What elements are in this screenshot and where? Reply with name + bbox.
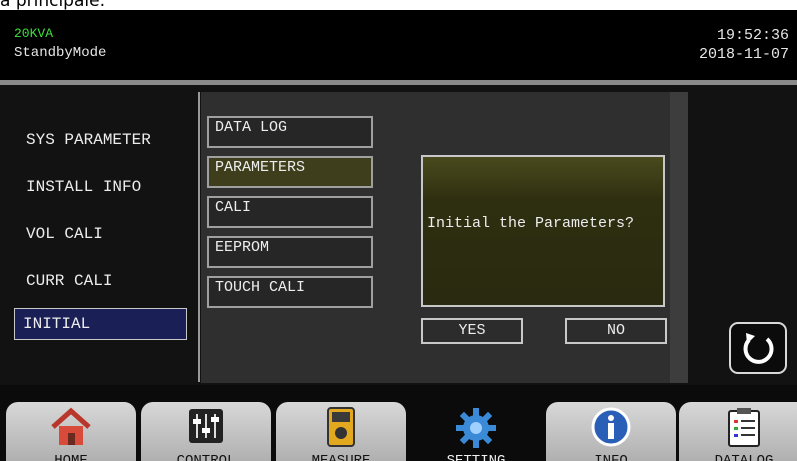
- yes-button[interactable]: YES: [421, 318, 523, 344]
- menu-item-initial[interactable]: INITIAL: [14, 308, 187, 340]
- menu-item-vol-cali[interactable]: VOL CALI: [26, 225, 103, 243]
- menu-item-curr-cali[interactable]: CURR CALI: [26, 272, 112, 290]
- meter-icon: [327, 407, 355, 447]
- tab-home[interactable]: HOME: [6, 402, 136, 461]
- menu-divider: [198, 92, 200, 382]
- menu-item-install-info[interactable]: INSTALL INFO: [26, 178, 141, 196]
- panel-edge: [670, 92, 688, 383]
- refresh-icon: [743, 333, 774, 364]
- menu-item-sys-parameter[interactable]: SYS PARAMETER: [26, 131, 151, 149]
- sub-item-cali[interactable]: CALI: [207, 196, 373, 228]
- clock: 19:52:36 2018-11-07: [699, 26, 789, 64]
- tab-measure[interactable]: MEASURE: [276, 402, 406, 461]
- tab-datalog[interactable]: DATALOG: [679, 402, 797, 461]
- date-label: 2018-11-07: [698, 46, 789, 63]
- status-header: 20KVA StandbyMode 19:52:36 2018-11-07: [0, 10, 797, 80]
- sliders-icon: [189, 409, 223, 443]
- tab-datalog-label: DATALOG: [714, 453, 774, 461]
- dialog-message: Initial the Parameters?: [427, 215, 635, 232]
- confirm-dialog: Initial the Parameters?: [421, 155, 665, 307]
- tab-home-label: HOME: [54, 453, 88, 461]
- tab-info[interactable]: INFO: [546, 402, 676, 461]
- sub-item-eeprom[interactable]: EEPROM: [207, 236, 373, 268]
- tab-control-label: CONTROL: [176, 453, 236, 461]
- back-button[interactable]: [729, 322, 787, 374]
- home-icon: [51, 407, 91, 445]
- hmi-screen: 20KVA StandbyMode 19:52:36 2018-11-07 SY…: [0, 10, 797, 461]
- sub-item-data-log[interactable]: DATA LOG: [207, 116, 373, 148]
- tab-setting[interactable]: SETTING: [411, 402, 541, 461]
- info-icon: [591, 407, 631, 447]
- tab-measure-label: MEASURE: [311, 453, 371, 461]
- sub-item-parameters[interactable]: PARAMETERS: [207, 156, 373, 188]
- clipboard-icon: [728, 408, 760, 447]
- tab-control[interactable]: CONTROL: [141, 402, 271, 461]
- gear-icon: [456, 408, 496, 448]
- no-button[interactable]: NO: [565, 318, 667, 344]
- sub-item-touch-cali[interactable]: TOUCH CALI: [207, 276, 373, 308]
- tab-setting-label: SETTING: [446, 453, 506, 461]
- tab-info-label: INFO: [594, 453, 628, 461]
- mode-label: StandbyMode: [14, 45, 107, 61]
- time-label: 19:52:36: [716, 27, 789, 44]
- model-label: 20KVA: [14, 26, 54, 41]
